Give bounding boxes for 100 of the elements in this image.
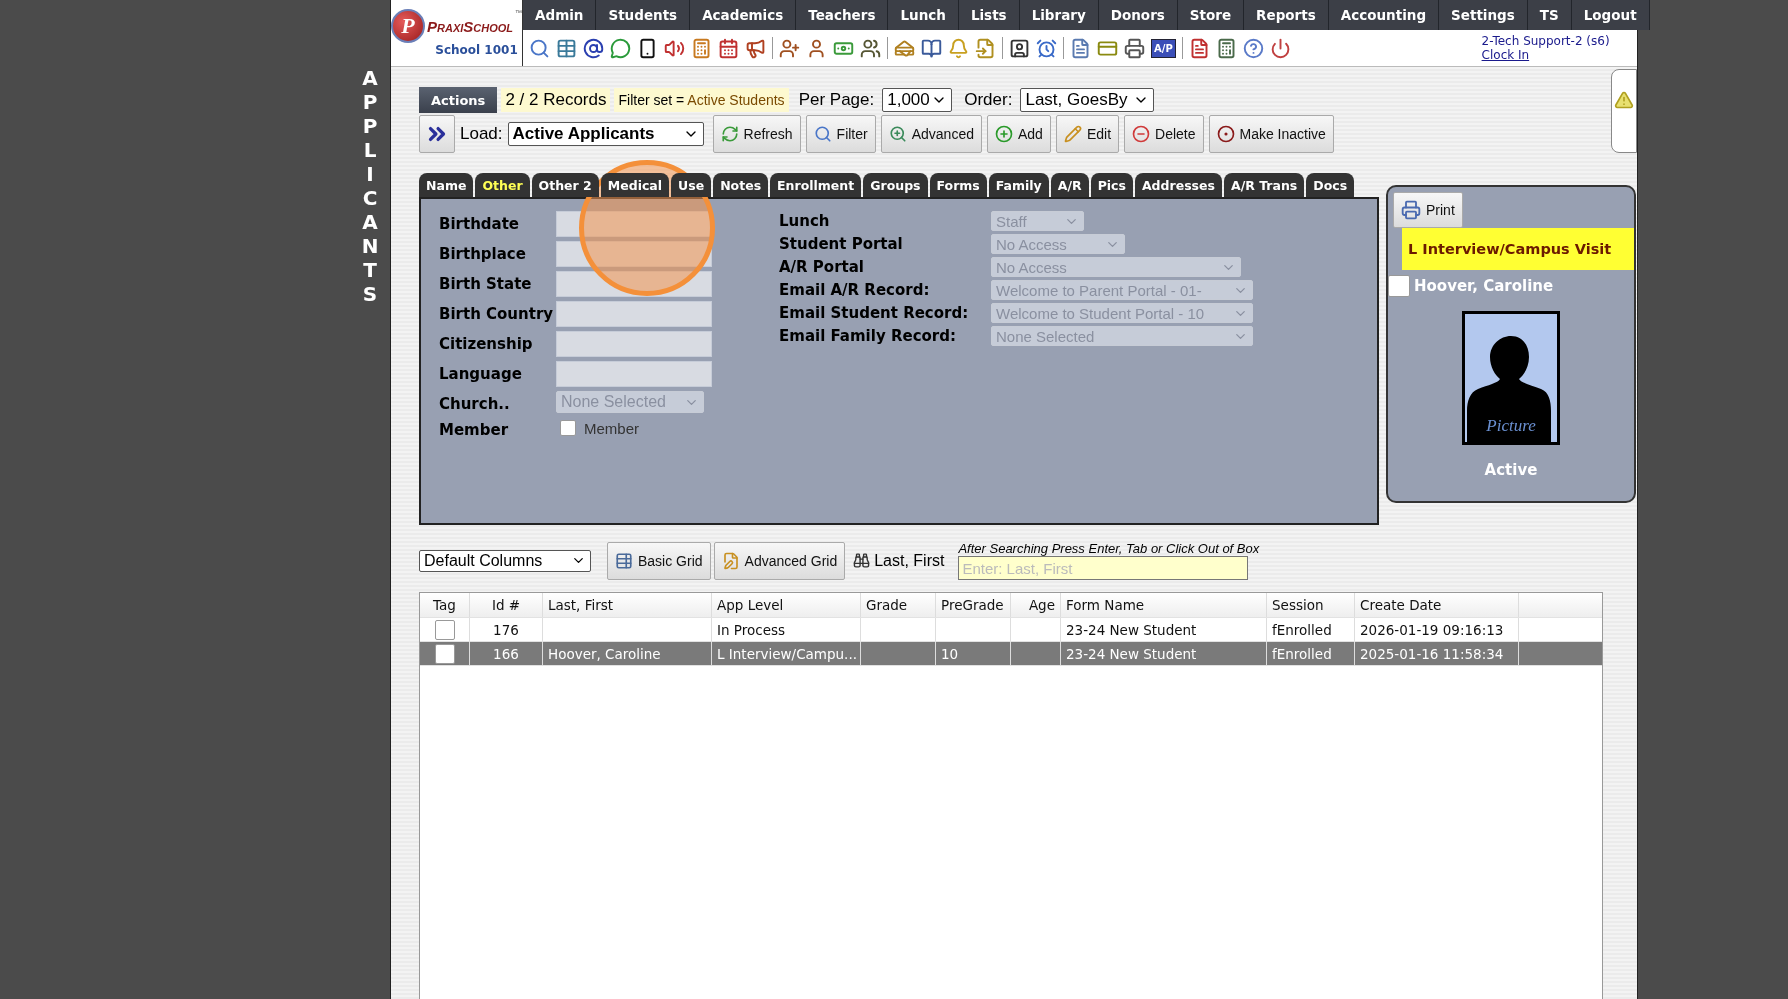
table-cell: 176 [493, 621, 519, 638]
nav-item[interactable]: TS [1527, 0, 1572, 30]
order-label: Order: [964, 90, 1013, 110]
field-label: Language [439, 364, 523, 383]
filter-status: Filter set = Active Students [614, 88, 789, 112]
nav-item[interactable]: Lists [958, 0, 1020, 30]
tab[interactable]: Name [419, 173, 474, 197]
actions-button[interactable]: Actions [419, 87, 498, 113]
logo-mark: P [391, 9, 425, 43]
checkbox[interactable] [434, 643, 455, 664]
search-icon [529, 37, 550, 59]
toolbar-button[interactable]: Advanced [880, 115, 982, 153]
text-field[interactable] [556, 211, 712, 237]
load-dropdown[interactable]: Active Applicants [507, 122, 704, 146]
column-header[interactable]: Last, First [543, 593, 712, 617]
binoculars-icon [853, 552, 871, 569]
toolbar-button[interactable]: Filter [805, 115, 876, 153]
order-dropdown[interactable]: Last, GoesBy [1020, 88, 1155, 112]
nav-item[interactable]: Logout [1571, 0, 1650, 30]
text-field[interactable] [556, 361, 712, 387]
toolbar-button[interactable]: Make Inactive [1208, 115, 1334, 153]
checkbox[interactable] [1388, 275, 1410, 297]
ap-badge-icon[interactable]: A/P [1151, 38, 1176, 58]
nav-item[interactable]: Accounting [1328, 0, 1440, 30]
grid-button[interactable]: Advanced Grid [713, 541, 846, 580]
grid-button[interactable]: Basic Grid [607, 541, 711, 580]
nav-item[interactable]: Library [1019, 0, 1099, 30]
per-page-dropdown[interactable]: 1,000 [882, 88, 953, 112]
page-title: APPLICANTS [360, 66, 380, 308]
field-label: Email Family Record: [779, 327, 957, 345]
table-icon [556, 37, 577, 59]
tab[interactable]: A/R [1050, 173, 1089, 197]
tab[interactable]: Other [475, 173, 530, 197]
expand-button[interactable] [419, 115, 455, 153]
column-header[interactable]: App Level [712, 593, 861, 617]
toolbar-button[interactable]: Edit [1055, 115, 1120, 153]
tab[interactable]: Notes [713, 173, 769, 197]
side-tab[interactable] [1611, 69, 1637, 153]
printer-icon [1401, 200, 1421, 220]
text-field[interactable] [556, 241, 712, 267]
columns-dropdown[interactable]: Default Columns [419, 549, 591, 572]
pencil-icon [1063, 125, 1082, 143]
tab[interactable]: Groups [863, 173, 928, 197]
toolbar-button[interactable]: Add [987, 115, 1051, 153]
search-label: Last, First [874, 551, 945, 570]
column-header[interactable]: Tag [420, 593, 470, 617]
tab[interactable]: Use [671, 173, 712, 197]
user-name: 2-Tech Support-2 (s6) [1481, 34, 1610, 48]
checkbox[interactable] [560, 420, 576, 436]
field-label: Citizenship [439, 334, 534, 353]
logo-name: PraxiSchool [427, 17, 513, 35]
calendar-icon [718, 37, 739, 59]
column-header[interactable]: Id # [470, 593, 543, 617]
nav-item[interactable]: Donors [1098, 0, 1178, 30]
column-header[interactable]: Form Name [1061, 593, 1267, 617]
file-arrow-icon [975, 37, 996, 59]
nav-item[interactable]: Admin [523, 0, 597, 30]
nav-item[interactable]: Lunch [888, 0, 959, 30]
field-label: Student Portal [779, 235, 904, 253]
chat-icon [610, 37, 631, 59]
clock-in-link[interactable]: Clock In [1481, 48, 1610, 62]
tab[interactable]: Other 2 [531, 173, 599, 197]
sandwich-icon [894, 37, 915, 59]
print-button[interactable]: Print [1393, 192, 1463, 228]
column-header[interactable]: Create Date [1355, 593, 1519, 617]
tab[interactable]: Family [988, 173, 1049, 197]
alarm-clock-icon [1036, 37, 1057, 59]
nav-item[interactable]: Academics [690, 0, 797, 30]
tab[interactable]: Enrollment [770, 173, 862, 197]
tab[interactable]: Addresses [1134, 173, 1222, 197]
tab[interactable]: A/R Trans [1223, 173, 1305, 197]
tab[interactable]: Medical [600, 173, 670, 197]
tab[interactable]: Forms [929, 173, 987, 197]
tab[interactable]: Docs [1306, 173, 1355, 197]
nav-item[interactable]: Store [1177, 0, 1245, 30]
nav-item[interactable]: Reports [1244, 0, 1329, 30]
field-label: Church.. [439, 394, 511, 413]
text-field[interactable] [556, 271, 712, 297]
refresh-icon [720, 125, 739, 143]
text-field[interactable] [556, 301, 712, 327]
column-header[interactable]: Session [1267, 593, 1355, 617]
column-header[interactable]: Age [1011, 593, 1061, 617]
table-cell: 166 [493, 645, 519, 662]
column-header[interactable]: Grade [861, 593, 936, 617]
toolbar-button[interactable]: Refresh [712, 115, 801, 153]
tab[interactable]: Pics [1090, 173, 1133, 197]
per-page-label: Per Page: [798, 90, 875, 110]
column-header[interactable]: PreGrade [936, 593, 1011, 617]
search-field[interactable]: Enter: Last, First [958, 556, 1249, 580]
nav-item[interactable]: Teachers [796, 0, 889, 30]
nav-item[interactable]: Students [596, 0, 691, 30]
bell-icon [948, 37, 969, 59]
toolbar-button[interactable]: Delete [1124, 115, 1204, 153]
text-field[interactable] [556, 331, 712, 357]
checkbox[interactable] [434, 619, 455, 640]
people-icon [860, 37, 881, 59]
nav-item[interactable]: Settings [1439, 0, 1528, 30]
warning-icon [1614, 90, 1634, 110]
school-name: School 1001 [435, 43, 518, 57]
table-row[interactable]: 166 Hoover, Caroline L Interview/Campu... 10 23-24 New Student fEnrolled 2025-01-16 11:58:34 [420, 642, 1602, 666]
